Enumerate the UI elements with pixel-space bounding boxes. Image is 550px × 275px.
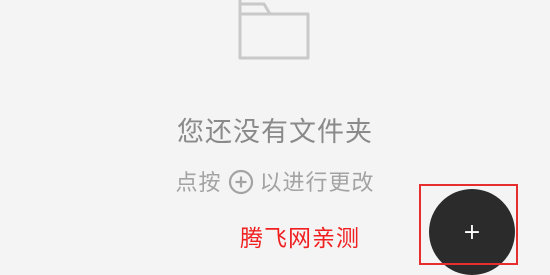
folder-icon [238, 0, 310, 60]
empty-state-title: 您还没有文件夹 [177, 117, 373, 148]
empty-folder-screen: 您还没有文件夹 点按 以进行更改 腾飞网亲测 + [0, 0, 550, 275]
hint-text-before: 点按 [175, 171, 222, 196]
watermark-text: 腾飞网亲测 [240, 226, 360, 252]
hint-text-after: 以进行更改 [259, 171, 375, 196]
plus-icon: + [462, 220, 482, 245]
plus-circle-icon [228, 169, 253, 195]
add-folder-button[interactable]: + [429, 189, 515, 275]
